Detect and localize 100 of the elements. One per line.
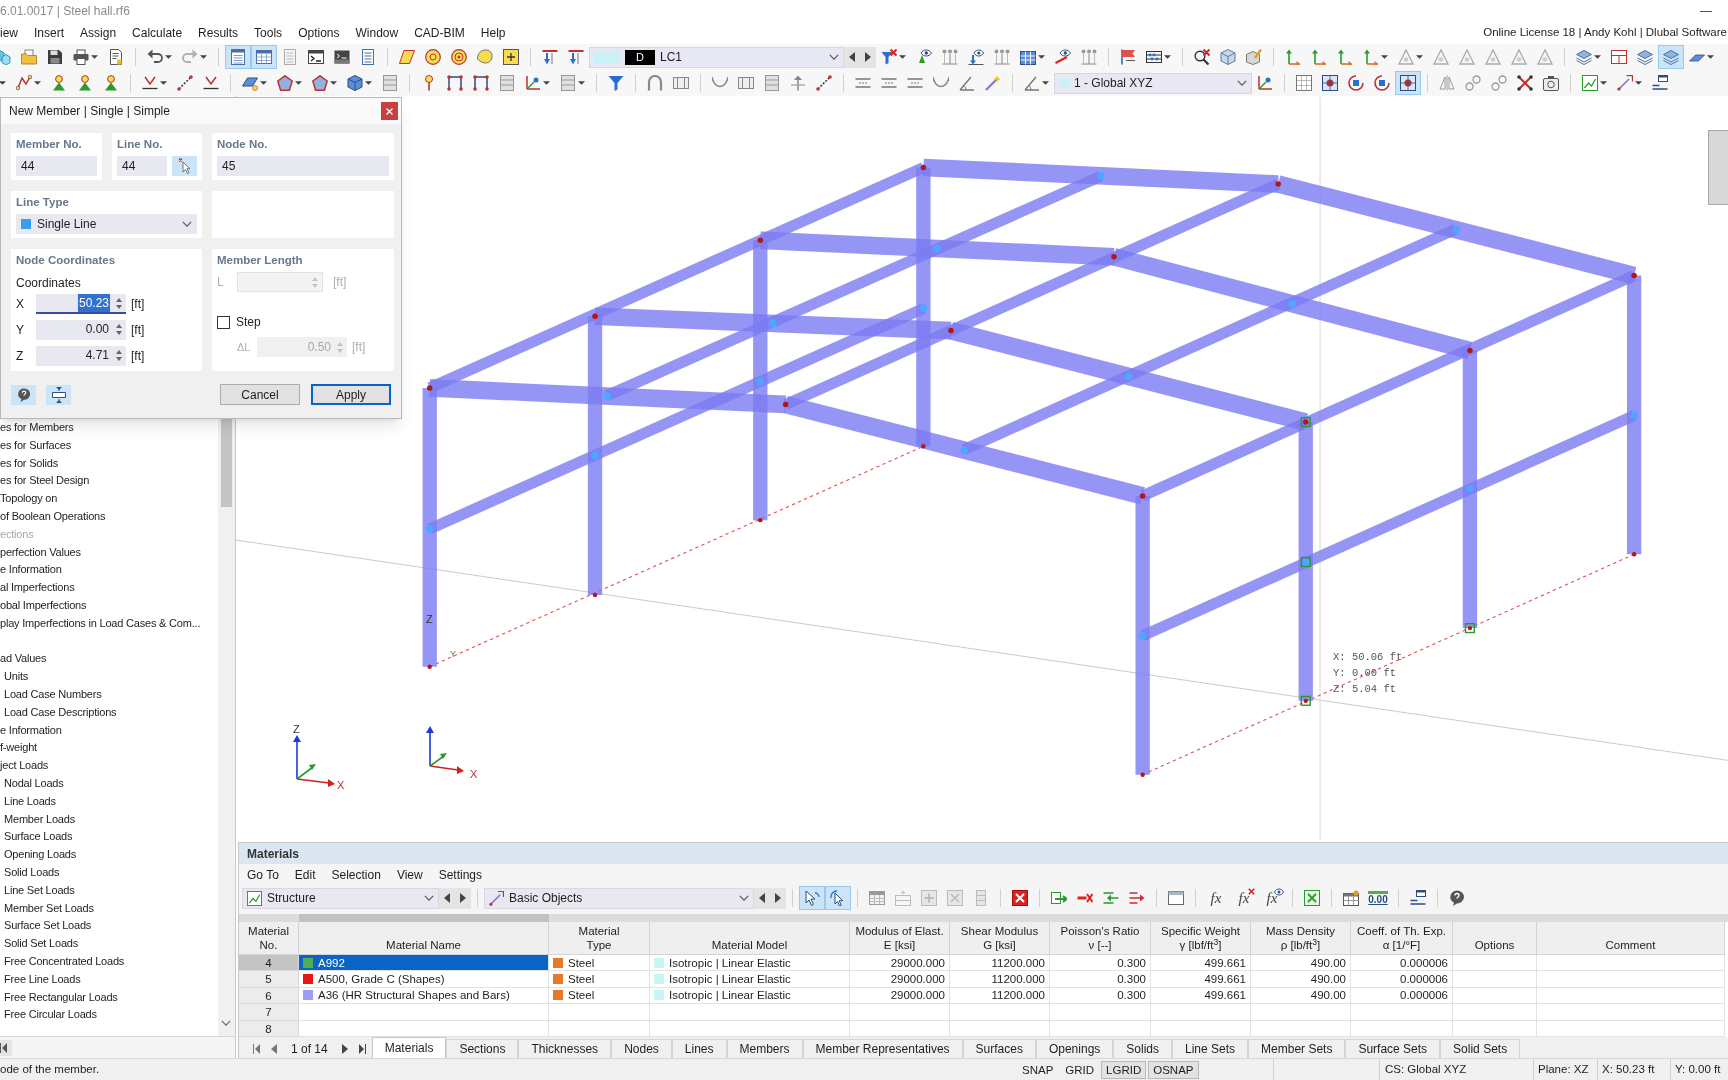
tree-item[interactable]: Units: [0, 668, 29, 686]
table-cell[interactable]: 0.300: [1050, 955, 1151, 972]
tree-item[interactable]: Line Set Loads: [0, 881, 75, 900]
scrollbar[interactable]: [218, 419, 235, 1036]
table-cell[interactable]: 490.00: [1251, 955, 1351, 972]
tree-item[interactable]: Free Line Loads: [0, 970, 81, 989]
table-cell[interactable]: [549, 1004, 650, 1021]
row-number[interactable]: 5: [239, 971, 299, 988]
toolbar-button[interactable]: [754, 887, 770, 909]
tree-item[interactable]: ad Values: [0, 650, 47, 669]
load-case-dropdown[interactable]: D LC1: [589, 46, 844, 68]
tree-item[interactable]: Solid Set Loads: [0, 935, 79, 953]
menu-item[interactable]: Go To: [247, 866, 279, 884]
dialog-button[interactable]: Apply: [311, 384, 391, 405]
tree-item[interactable]: Free Rectangular Loads: [0, 988, 118, 1007]
menu-item[interactable]: CAD-BIM: [414, 24, 465, 42]
menu-item[interactable]: iew: [0, 24, 18, 42]
tree-item[interactable]: e Information: [0, 561, 62, 580]
toolbar-button[interactable]: [844, 46, 860, 68]
first-page-button[interactable]: [0, 1039, 12, 1056]
column-header[interactable]: Mass Density ρ [lb/ft$^{3}$]: [1251, 922, 1351, 955]
tree-item[interactable]: of Boolean Operations: [0, 508, 106, 526]
tree-item[interactable]: Solid Loads: [0, 863, 60, 882]
tree-item[interactable]: obal Imperfections: [0, 596, 87, 615]
column-header[interactable]: Modulus of Elast. E [ksi]: [850, 922, 950, 955]
tree-item[interactable]: Member Set Loads: [0, 899, 94, 918]
column-header[interactable]: Coeff. of Th. Exp. α [1/°F]: [1351, 922, 1453, 955]
tree-item[interactable]: al Imperfections: [0, 579, 75, 597]
table-cell[interactable]: [1151, 1004, 1251, 1021]
pick-button[interactable]: [172, 156, 197, 176]
toolbar-button[interactable]: [770, 887, 786, 909]
fit-button[interactable]: [46, 384, 71, 405]
tab[interactable]: Sections: [446, 1038, 519, 1059]
scrollbar-thumb[interactable]: [221, 419, 232, 507]
tree-item[interactable]: Load Case Descriptions: [0, 703, 117, 722]
checkbox[interactable]: [217, 315, 230, 329]
column-header[interactable]: Material No.: [239, 922, 299, 955]
table-cell[interactable]: Steel: [549, 971, 650, 988]
structure-dropdown[interactable]: Structure: [242, 887, 439, 909]
spinner-field[interactable]: 4.71: [36, 346, 126, 366]
table-cell[interactable]: 0.000006: [1351, 955, 1453, 972]
table-cell[interactable]: [299, 1004, 549, 1021]
input-field[interactable]: 44: [16, 156, 97, 176]
input-field[interactable]: 44: [117, 156, 167, 176]
tab[interactable]: Surfaces: [962, 1038, 1036, 1059]
column-header[interactable]: Material Type: [549, 922, 650, 955]
table-cell[interactable]: 29000.000: [850, 971, 950, 988]
view-dropdown[interactable]: 1 - Global XYZ: [1054, 72, 1252, 94]
toolbar-button[interactable]: [251, 45, 277, 69]
tab[interactable]: Openings: [1035, 1038, 1114, 1059]
tab[interactable]: Members: [726, 1038, 803, 1059]
spinner-field[interactable]: 50.23: [36, 294, 126, 314]
table-cell[interactable]: [1537, 1004, 1725, 1021]
table-cell[interactable]: Steel: [549, 955, 650, 972]
table-cell[interactable]: 0.300: [1050, 971, 1151, 988]
menu-item[interactable]: Options: [298, 24, 340, 42]
menu-item[interactable]: Insert: [34, 24, 65, 42]
toolbar-button[interactable]: fx: [1258, 886, 1286, 910]
tree-item[interactable]: f-weight: [0, 739, 37, 758]
tree-item[interactable]: Load Case Numbers: [0, 685, 102, 704]
table-cell[interactable]: 11200.000: [950, 971, 1050, 988]
tree-item[interactable]: es for Steel Design: [0, 472, 90, 491]
tree-item[interactable]: Opening Loads: [0, 846, 76, 864]
menu-item[interactable]: Results: [198, 24, 239, 42]
table-cell[interactable]: [1537, 955, 1725, 972]
status-toggle[interactable]: LGRID: [1101, 1060, 1147, 1079]
table-cell[interactable]: 11200.000: [950, 955, 1050, 972]
tree-item[interactable]: play Imperfections in Load Cases & Com...: [0, 614, 201, 633]
menu-item[interactable]: Tools: [254, 24, 283, 42]
table-cell[interactable]: [850, 1004, 950, 1021]
table-cell[interactable]: [1453, 955, 1537, 972]
table-cell[interactable]: 0.000006: [1351, 971, 1453, 988]
table-cell[interactable]: [1351, 1004, 1453, 1021]
table-cell[interactable]: [1537, 971, 1725, 988]
table-cell[interactable]: Isotropic | Linear Elastic: [650, 955, 850, 972]
toolbar-button[interactable]: [860, 46, 876, 68]
table-cell[interactable]: 499.661: [1151, 955, 1251, 972]
menu-item[interactable]: Selection: [331, 866, 381, 884]
menu-item[interactable]: Edit: [294, 866, 316, 884]
column-header[interactable]: Specific Weight γ [lbf/ft$^{3}$]: [1151, 922, 1251, 955]
table-cell[interactable]: A500, Grade C (Shapes): [299, 971, 549, 988]
tree-item[interactable]: Topology on: [0, 490, 58, 508]
table-cell[interactable]: 499.661: [1151, 971, 1251, 988]
menu-item[interactable]: View: [396, 866, 423, 884]
tab[interactable]: Thicknesses: [518, 1038, 612, 1059]
table-cell[interactable]: [1251, 1004, 1351, 1021]
tab[interactable]: Line Sets: [1172, 1038, 1249, 1059]
column-header[interactable]: Comment: [1537, 922, 1725, 955]
menu-item[interactable]: Help: [480, 24, 506, 42]
tree-item[interactable]: es for Surfaces: [0, 436, 71, 455]
tree-item[interactable]: Free Concentrated Loads: [0, 952, 125, 971]
toolbar-button[interactable]: 0.00: [1364, 886, 1392, 910]
column-header[interactable]: Poisson's Ratio ν [--]: [1050, 922, 1151, 955]
tree-item[interactable]: Line Loads: [0, 792, 56, 811]
tab[interactable]: Nodes: [611, 1038, 672, 1059]
toolbar-button[interactable]: [825, 886, 851, 910]
column-header[interactable]: Material Model: [650, 922, 850, 955]
table-cell[interactable]: A992: [299, 955, 549, 972]
input-field[interactable]: 45: [217, 156, 389, 176]
menu-item[interactable]: Window: [355, 24, 399, 42]
